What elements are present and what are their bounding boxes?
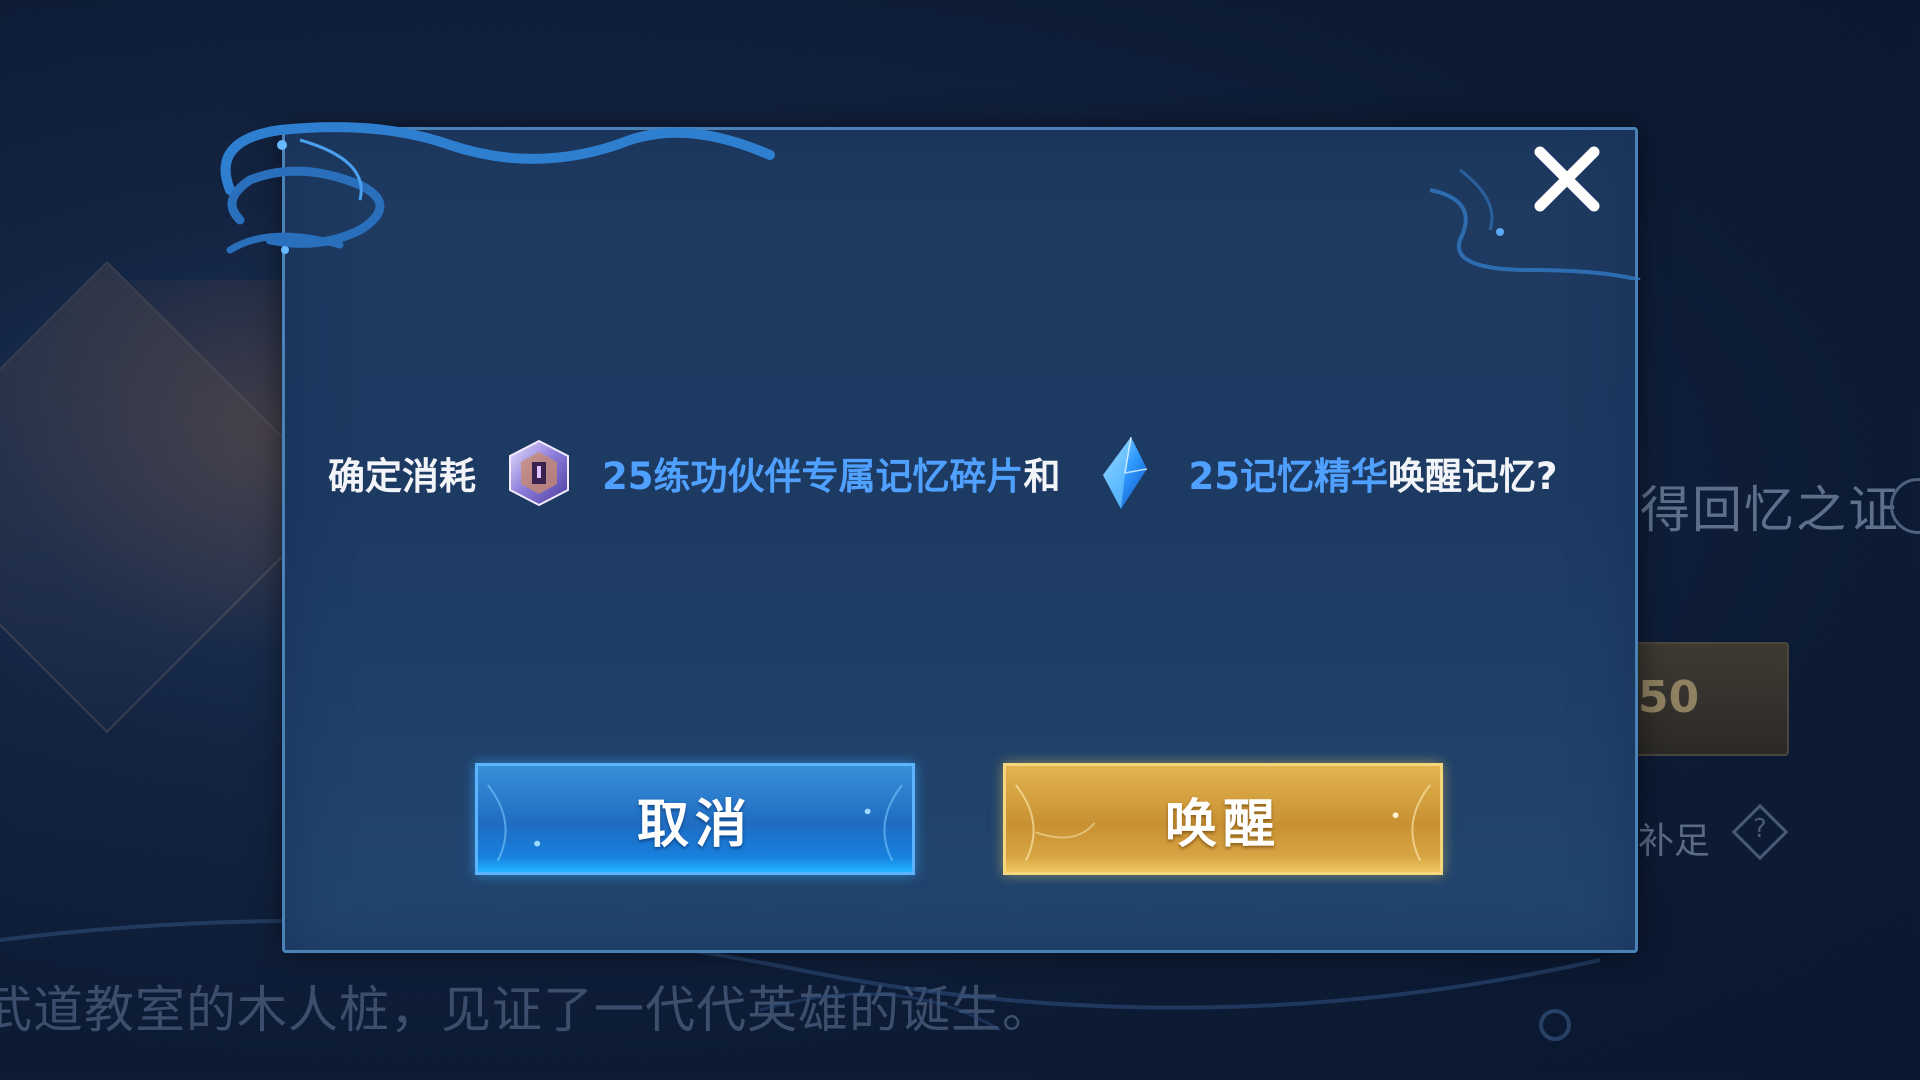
- message-conjunction: 和: [1023, 455, 1061, 498]
- background-side-title: 得回忆之证: [1640, 481, 1900, 539]
- message-suffix: 唤醒记忆?: [1388, 455, 1558, 498]
- awaken-button[interactable]: 唤醒: [1003, 763, 1443, 875]
- fragment-cost-text: 25练功伙伴专属记忆碎片: [602, 455, 1024, 498]
- memory-fragment-icon: [509, 439, 569, 507]
- message-prefix: 确定消耗: [328, 455, 476, 498]
- close-icon: [1534, 146, 1600, 212]
- cancel-button-label: 取消: [636, 794, 753, 855]
- awaken-button-label: 唤醒: [1164, 794, 1281, 855]
- cancel-button[interactable]: 取消: [475, 763, 915, 875]
- help-icon-glyph: ?: [1753, 814, 1767, 845]
- background-fill-label: 补足: [1638, 821, 1711, 862]
- background-cost-number: 50: [1638, 672, 1700, 723]
- help-icon: ?: [1731, 803, 1789, 861]
- memory-essence-crystal-icon: [1102, 436, 1147, 509]
- confirmation-message: 确定消耗 25练功伙伴专属记忆碎片 和 25记忆精华 唤醒记忆?: [328, 436, 1628, 509]
- close-button[interactable]: [1530, 142, 1604, 216]
- essence-cost-text: 25记忆精华: [1188, 455, 1389, 498]
